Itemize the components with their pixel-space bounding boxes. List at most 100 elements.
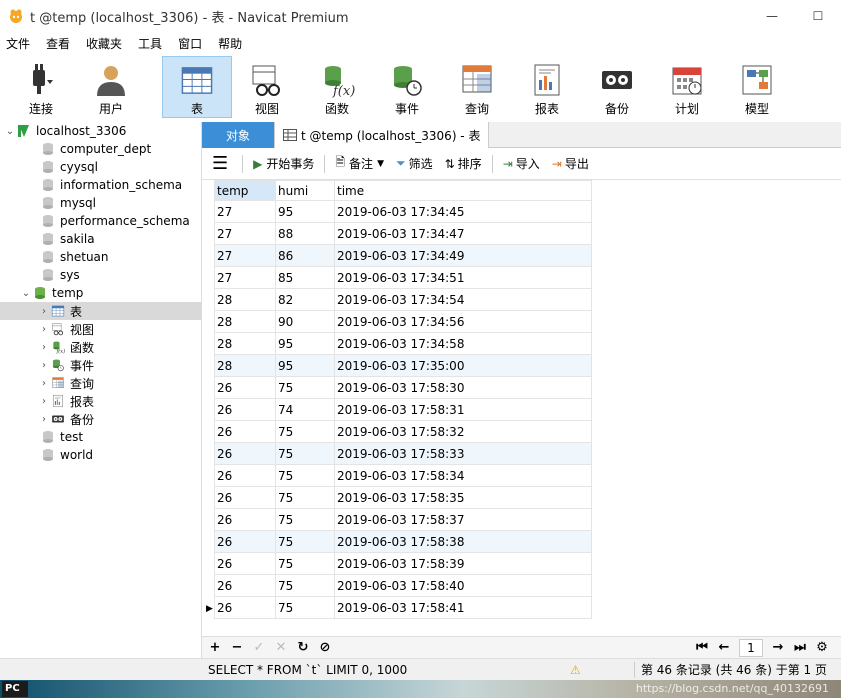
tree-database[interactable]: performance_schema [0, 212, 201, 230]
cell-temp[interactable]: 28 [214, 310, 276, 333]
cell-time[interactable]: 2019-06-03 17:58:40 [334, 574, 592, 597]
toolbar-table-button[interactable]: 表 [162, 56, 232, 118]
cell-time[interactable]: 2019-06-03 17:58:30 [334, 376, 592, 399]
cell-temp[interactable]: 27 [214, 244, 276, 267]
menu-item-0[interactable]: 文件 [0, 32, 38, 56]
cell-time[interactable]: 2019-06-03 17:58:33 [334, 442, 592, 465]
table-row[interactable]: 26 75 2019-06-03 17:58:39 [214, 552, 592, 575]
tree-object-backup[interactable]: › 备份 [0, 410, 201, 428]
tab-objects[interactable]: 对象 [202, 122, 274, 148]
cell-temp[interactable]: 27 [214, 266, 276, 289]
note-button[interactable]: 🗎 备注 ▼ [329, 152, 390, 176]
chevron-down-icon[interactable]: ⌄ [20, 288, 32, 299]
table-row[interactable]: 27 85 2019-06-03 17:34:51 [214, 266, 592, 289]
cell-temp[interactable]: 28 [214, 354, 276, 377]
tree-object-event[interactable]: › 事件 [0, 356, 201, 374]
toolbar-report-button[interactable]: 报表 [512, 56, 582, 118]
cell-temp[interactable]: 28 [214, 332, 276, 355]
table-row[interactable]: 26 75 2019-06-03 17:58:40 [214, 574, 592, 597]
apply-button[interactable]: ✓ [248, 640, 270, 655]
tree-object-function[interactable]: › f(x) 函数 [0, 338, 201, 356]
chevron-right-icon[interactable]: › [38, 396, 50, 407]
menu-item-1[interactable]: 查看 [38, 32, 78, 56]
toolbar-model-button[interactable]: 模型 [722, 56, 792, 118]
add-record-button[interactable]: + [204, 640, 226, 655]
prev-page-button[interactable]: ← [713, 640, 735, 655]
tree-database[interactable]: shetuan [0, 248, 201, 266]
begin-transaction-button[interactable]: ▶ 开始事务 [247, 152, 320, 176]
chevron-right-icon[interactable]: › [38, 324, 50, 335]
cell-time[interactable]: 2019-06-03 17:34:49 [334, 244, 592, 267]
cell-humi[interactable]: 90 [275, 310, 335, 333]
menu-item-2[interactable]: 收藏夹 [78, 32, 130, 56]
cell-temp[interactable]: 26 [214, 464, 276, 487]
export-button[interactable]: ⇥ 导出 [546, 152, 595, 176]
cell-humi[interactable]: 75 [275, 508, 335, 531]
table-row[interactable]: 28 95 2019-06-03 17:35:00 [214, 354, 592, 377]
table-row[interactable]: 26 75 2019-06-03 17:58:32 [214, 420, 592, 443]
refresh-button[interactable]: ↻ [292, 640, 314, 655]
table-row[interactable]: 26 75 2019-06-03 17:58:33 [214, 442, 592, 465]
stop-button[interactable]: ⊘ [314, 640, 336, 655]
tree-database-open[interactable]: ⌄ temp [0, 284, 201, 302]
cell-temp[interactable]: 26 [214, 442, 276, 465]
cell-time[interactable]: 2019-06-03 17:58:34 [334, 464, 592, 487]
column-header-time[interactable]: time [334, 180, 592, 201]
cell-time[interactable]: 2019-06-03 17:58:38 [334, 530, 592, 553]
cell-humi[interactable]: 82 [275, 288, 335, 311]
table-row[interactable]: 26 74 2019-06-03 17:58:31 [214, 398, 592, 421]
next-page-button[interactable]: → [767, 640, 789, 655]
table-row[interactable]: 26 75 2019-06-03 17:58:34 [214, 464, 592, 487]
last-page-button[interactable]: ⏭ [789, 640, 811, 655]
table-row[interactable]: 26 75 2019-06-03 17:58:35 [214, 486, 592, 509]
cell-humi[interactable]: 95 [275, 200, 335, 223]
cell-temp[interactable]: 26 [214, 486, 276, 509]
menu-item-4[interactable]: 窗口 [170, 32, 210, 56]
cell-humi[interactable]: 88 [275, 222, 335, 245]
cell-humi[interactable]: 74 [275, 398, 335, 421]
chevron-down-icon[interactable]: ⌄ [4, 126, 16, 137]
tree-database[interactable]: mysql [0, 194, 201, 212]
cell-time[interactable]: 2019-06-03 17:34:45 [334, 200, 592, 223]
tree-database[interactable]: world [0, 446, 201, 464]
settings-gear-icon[interactable]: ⚙ [811, 640, 833, 655]
cell-humi[interactable]: 75 [275, 464, 335, 487]
tree-database[interactable]: sys [0, 266, 201, 284]
table-row[interactable]: 26 75 2019-06-03 17:58:38 [214, 530, 592, 553]
cell-time[interactable]: 2019-06-03 17:58:37 [334, 508, 592, 531]
cell-time[interactable]: 2019-06-03 17:34:51 [334, 266, 592, 289]
cell-time[interactable]: 2019-06-03 17:58:35 [334, 486, 592, 509]
warning-icon[interactable]: ⚠ [570, 663, 581, 677]
tree-connection[interactable]: ⌄ localhost_3306 [0, 122, 201, 140]
chevron-right-icon[interactable]: › [38, 378, 50, 389]
cell-temp[interactable]: 26 [214, 552, 276, 575]
cell-time[interactable]: 2019-06-03 17:34:47 [334, 222, 592, 245]
tree-object-view[interactable]: › 视图 [0, 320, 201, 338]
cell-humi[interactable]: 75 [275, 442, 335, 465]
user-button[interactable]: 用户 [76, 56, 146, 118]
cell-humi[interactable]: 75 [275, 552, 335, 575]
cell-time[interactable]: 2019-06-03 17:58:41 [334, 596, 592, 619]
tree-object-table[interactable]: › 表 [0, 302, 201, 320]
cell-temp[interactable]: 26 [214, 574, 276, 597]
table-row[interactable]: 26 75 2019-06-03 17:58:30 [214, 376, 592, 399]
page-number-input[interactable]: 1 [739, 638, 763, 657]
cell-time[interactable]: 2019-06-03 17:58:39 [334, 552, 592, 575]
cell-temp[interactable]: 26 [214, 530, 276, 553]
maximize-button[interactable]: ☐ [795, 0, 841, 32]
cell-temp[interactable]: 26 [214, 420, 276, 443]
toolbar-query-button[interactable]: 查询 [442, 56, 512, 118]
chevron-right-icon[interactable]: › [38, 306, 50, 317]
discard-button[interactable]: ✕ [270, 640, 292, 655]
filter-button[interactable]: ⏷ 筛选 [390, 152, 439, 176]
cell-humi[interactable]: 85 [275, 266, 335, 289]
tree-database[interactable]: computer_dept [0, 140, 201, 158]
cell-humi[interactable]: 75 [275, 596, 335, 619]
tree-database[interactable]: information_schema [0, 176, 201, 194]
cell-humi[interactable]: 86 [275, 244, 335, 267]
toolbar-function-button[interactable]: f(x) 函数 [302, 56, 372, 118]
cell-time[interactable]: 2019-06-03 17:58:32 [334, 420, 592, 443]
cell-time[interactable]: 2019-06-03 17:58:31 [334, 398, 592, 421]
column-header-humi[interactable]: humi [275, 180, 335, 201]
toolbar-event-button[interactable]: 事件 [372, 56, 442, 118]
